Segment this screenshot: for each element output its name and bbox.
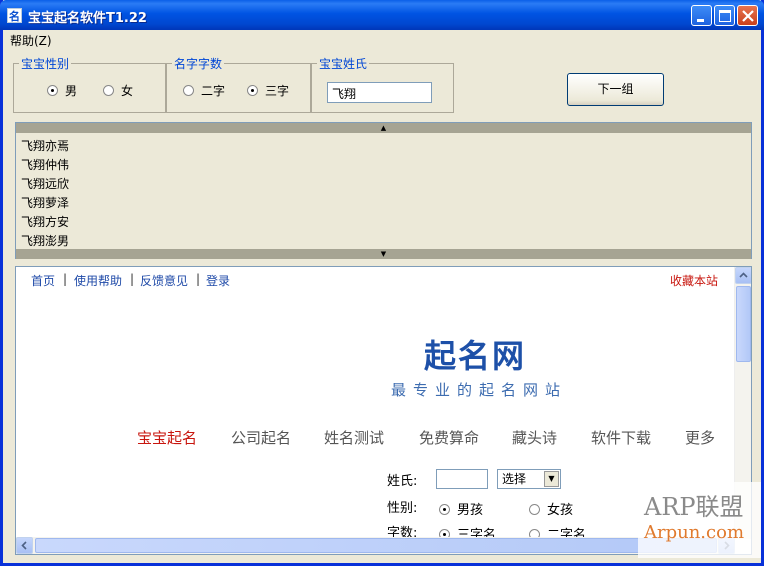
- form-select-value: 选择: [502, 472, 527, 486]
- nav-company-naming[interactable]: 公司起名: [231, 427, 291, 448]
- form-radio-boy-label: 男孩: [457, 503, 484, 518]
- radio-two-char-indicator: [183, 85, 194, 96]
- scroll-left-button[interactable]: [16, 537, 33, 554]
- close-button[interactable]: [737, 5, 758, 26]
- watermark-title: ARP联盟: [644, 493, 744, 521]
- list-item[interactable]: 飞翔远欣: [21, 175, 69, 192]
- link-separator: |: [63, 272, 68, 286]
- radio-male[interactable]: 男: [47, 82, 77, 99]
- menu-bar: 帮助(Z): [3, 30, 761, 49]
- watermark: ARP联盟 Arpun.com: [638, 482, 761, 558]
- title-bar[interactable]: 名 宝宝起名软件T1.22: [0, 0, 764, 30]
- form-radio-girl-indicator: [529, 504, 540, 515]
- minimize-icon: [697, 19, 704, 22]
- nav-fortune[interactable]: 免费算命: [419, 427, 479, 448]
- list-item[interactable]: 飞翔澎男: [21, 232, 69, 249]
- nav-more[interactable]: 更多: [685, 427, 715, 448]
- horizontal-scroll-thumb[interactable]: [35, 538, 717, 553]
- close-icon: [742, 10, 754, 22]
- list-scroll-up[interactable]: ▲: [16, 123, 751, 133]
- app-icon: 名: [7, 8, 22, 23]
- app-window: 名 宝宝起名软件T1.22 帮助(Z) 宝宝性别 男 女 名字字数 二字 三字: [0, 0, 764, 566]
- gender-group: 宝宝性别 男 女: [13, 57, 166, 113]
- watermark-url: Arpun.com: [644, 522, 745, 543]
- link-feedback[interactable]: 反馈意见: [140, 272, 188, 289]
- nav-acrostic-poem[interactable]: 藏头诗: [512, 427, 557, 448]
- list-item[interactable]: 飞翔仲伟: [21, 156, 69, 173]
- names-list[interactable]: ▲ 飞翔亦焉 飞翔仲伟 飞翔远欣 飞翔萝泽 飞翔方安 飞翔澎男 ▼: [15, 122, 752, 259]
- list-item[interactable]: 飞翔方安: [21, 213, 69, 230]
- form-surname-label: 姓氏:: [387, 474, 418, 489]
- radio-female-label: 女: [121, 84, 134, 98]
- list-item[interactable]: 飞翔亦焉: [21, 137, 69, 154]
- maximize-button[interactable]: [714, 5, 735, 26]
- link-separator: |: [130, 272, 135, 286]
- surname-group-legend: 宝宝姓氏: [317, 57, 370, 71]
- nav-baby-naming[interactable]: 宝宝起名: [137, 427, 197, 448]
- radio-three-char[interactable]: 三字: [247, 82, 289, 99]
- window-title: 宝宝起名软件T1.22: [28, 11, 147, 26]
- length-group-legend: 名字字数: [172, 57, 225, 71]
- list-scroll-down[interactable]: ▼: [16, 249, 751, 259]
- maximize-icon: [719, 10, 731, 22]
- link-bookmark[interactable]: 收藏本站: [670, 272, 718, 289]
- form-radio-girl[interactable]: 女孩: [529, 499, 573, 518]
- link-login[interactable]: 登录: [206, 272, 230, 289]
- radio-two-char[interactable]: 二字: [183, 82, 225, 99]
- horizontal-scrollbar[interactable]: [16, 537, 735, 554]
- next-group-button[interactable]: 下一组: [567, 73, 664, 106]
- site-logo: 起名网: [424, 337, 527, 375]
- link-help[interactable]: 使用帮助: [74, 272, 122, 289]
- radio-female-indicator: [103, 85, 114, 96]
- radio-female[interactable]: 女: [103, 82, 133, 99]
- surname-group: 宝宝姓氏 飞翔: [311, 57, 454, 113]
- radio-two-char-label: 二字: [201, 84, 226, 98]
- scroll-up-button[interactable]: [735, 267, 751, 284]
- menu-help[interactable]: 帮助(Z): [10, 32, 52, 49]
- form-gender-label: 性别:: [387, 501, 418, 516]
- form-radio-boy[interactable]: 男孩: [439, 499, 483, 518]
- form-radio-girl-label: 女孩: [547, 503, 574, 518]
- length-group: 名字字数 二字 三字: [166, 57, 311, 113]
- form-surname-select[interactable]: 选择 ▼: [497, 469, 561, 489]
- minimize-button[interactable]: [691, 5, 712, 26]
- nav-software-download[interactable]: 软件下载: [591, 427, 651, 448]
- chevron-down-icon: ▼: [544, 471, 559, 487]
- form-radio-boy-indicator: [439, 504, 450, 515]
- form-surname-input[interactable]: [436, 469, 488, 489]
- surname-input[interactable]: 飞翔: [327, 82, 432, 103]
- link-separator: |: [196, 272, 201, 286]
- radio-male-indicator: [47, 85, 58, 96]
- site-slogan: 最专业的起名网站: [391, 381, 568, 399]
- list-item[interactable]: 飞翔萝泽: [21, 194, 69, 211]
- radio-three-char-indicator: [247, 85, 258, 96]
- radio-male-label: 男: [65, 84, 78, 98]
- vertical-scroll-thumb[interactable]: [736, 286, 751, 362]
- radio-three-char-label: 三字: [265, 84, 290, 98]
- nav-name-test[interactable]: 姓名测试: [324, 427, 384, 448]
- gender-group-legend: 宝宝性别: [19, 57, 72, 71]
- link-home[interactable]: 首页: [31, 272, 55, 289]
- chevron-up-icon: [739, 272, 748, 278]
- chevron-left-icon: [21, 541, 27, 550]
